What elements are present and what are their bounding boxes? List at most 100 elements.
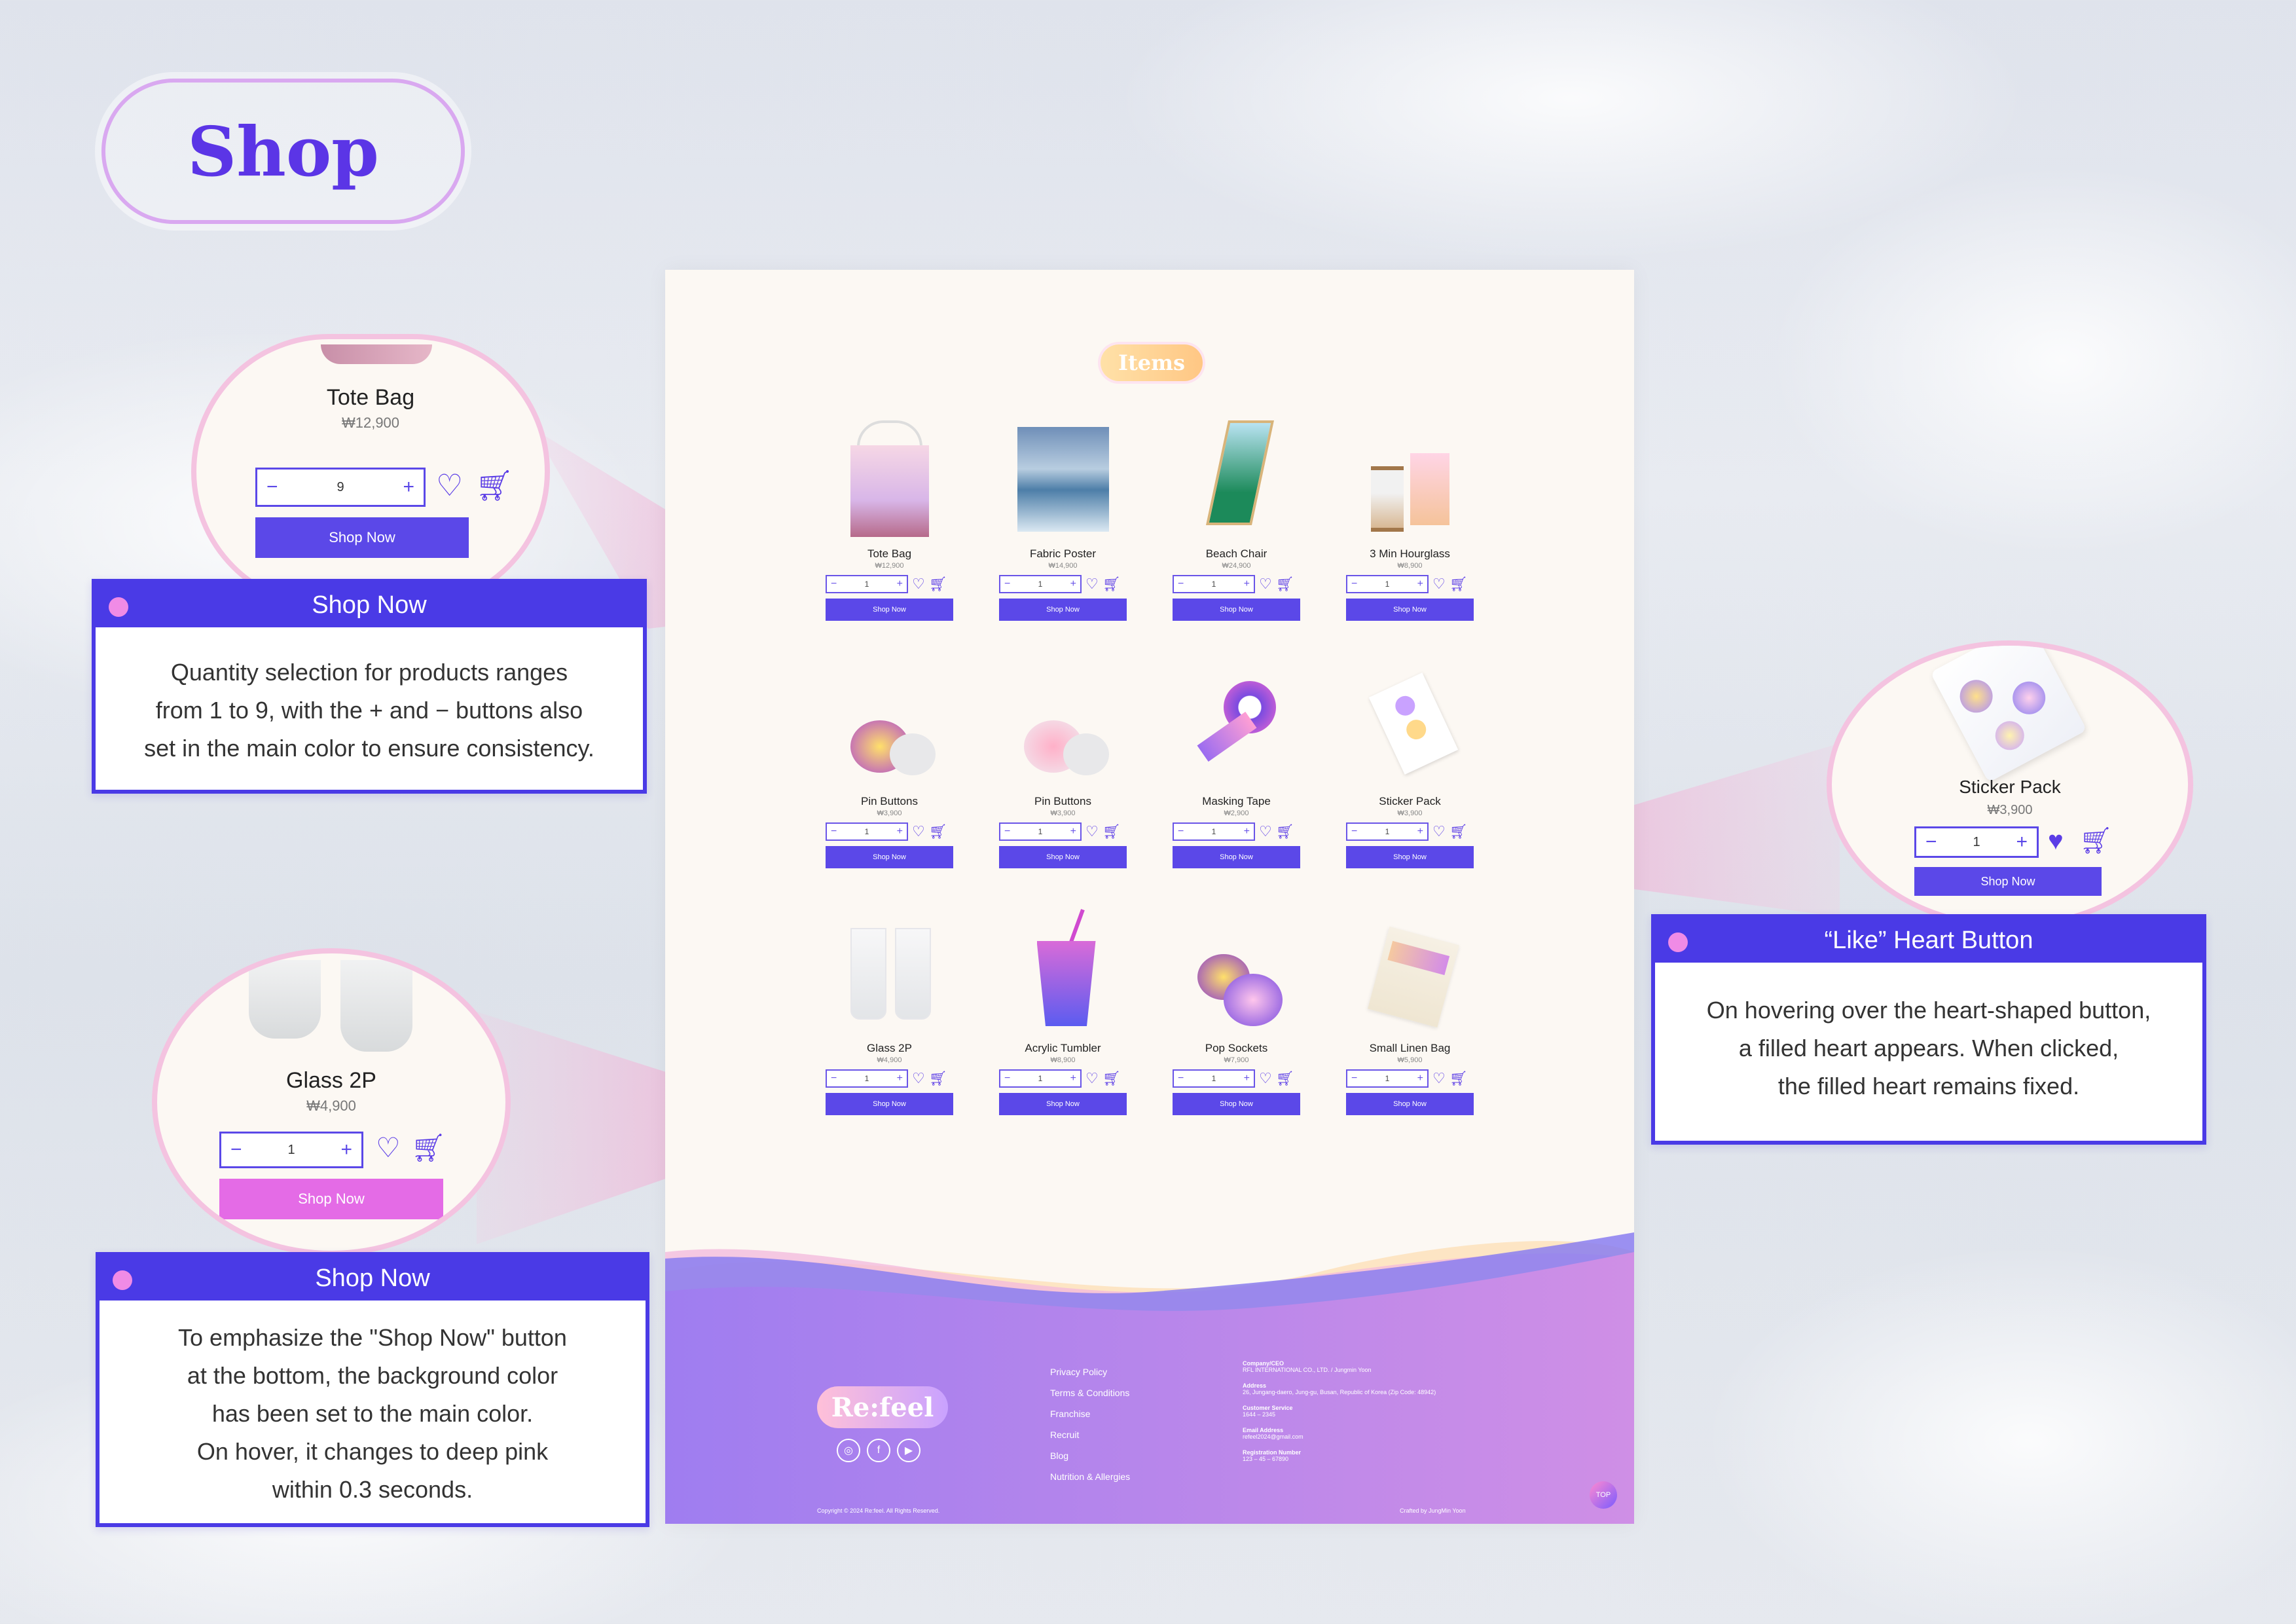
- quantity-stepper[interactable]: − 1 +: [826, 822, 908, 841]
- minus-button[interactable]: −: [1004, 578, 1010, 590]
- cart-icon[interactable]: 🛒︎: [1276, 824, 1294, 839]
- cart-icon[interactable]: 🛒︎: [1276, 577, 1294, 591]
- quantity-stepper[interactable]: − 1 +: [826, 575, 908, 593]
- cart-icon[interactable]: 🛒︎: [929, 824, 947, 839]
- minus-button[interactable]: −: [831, 578, 837, 590]
- cart-icon[interactable]: 🛒︎: [475, 470, 513, 500]
- cart-icon[interactable]: 🛒︎: [2079, 828, 2113, 854]
- product-image[interactable]: [1184, 661, 1289, 792]
- product-image[interactable]: [1358, 661, 1463, 792]
- quantity-stepper[interactable]: − 1 +: [1346, 822, 1429, 841]
- product-image[interactable]: [837, 908, 942, 1039]
- quantity-value[interactable]: 1: [1385, 827, 1390, 836]
- shop-now-button[interactable]: Shop Now: [999, 1093, 1127, 1115]
- quantity-stepper[interactable]: − 1 +: [999, 575, 1082, 593]
- heart-outline-icon[interactable]: ♡: [1259, 824, 1272, 839]
- quantity-value[interactable]: 1: [1212, 827, 1216, 836]
- shop-now-button[interactable]: Shop Now: [826, 599, 953, 621]
- footer-link[interactable]: Privacy Policy: [1050, 1367, 1130, 1377]
- product-image[interactable]: [1011, 414, 1116, 545]
- shop-now-button[interactable]: Shop Now: [1346, 599, 1474, 621]
- product-image[interactable]: [837, 661, 942, 792]
- quantity-stepper[interactable]: − 1 +: [999, 822, 1082, 841]
- product-image[interactable]: [1184, 908, 1289, 1039]
- instagram-icon[interactable]: ◎: [837, 1439, 860, 1462]
- footer-link[interactable]: Blog: [1050, 1450, 1130, 1461]
- plus-button[interactable]: +: [1070, 578, 1076, 590]
- cart-icon[interactable]: 🛒︎: [1102, 824, 1121, 839]
- facebook-icon[interactable]: f: [867, 1439, 890, 1462]
- plus-button[interactable]: +: [1417, 1073, 1423, 1084]
- plus-button[interactable]: +: [1244, 1073, 1250, 1084]
- minus-button[interactable]: −: [1351, 578, 1357, 590]
- quantity-value[interactable]: 1: [865, 1074, 869, 1083]
- minus-button[interactable]: −: [1178, 1073, 1184, 1084]
- minus-button[interactable]: −: [1925, 831, 1937, 853]
- minus-button[interactable]: −: [266, 476, 278, 498]
- product-image[interactable]: [1358, 414, 1463, 545]
- shop-now-button[interactable]: Shop Now: [826, 1093, 953, 1115]
- minus-button[interactable]: −: [831, 1073, 837, 1084]
- heart-outline-icon[interactable]: ♡: [912, 824, 925, 839]
- cart-icon[interactable]: 🛒︎: [1102, 1071, 1121, 1086]
- quantity-value[interactable]: 1: [1212, 1074, 1216, 1083]
- shop-now-button[interactable]: Shop Now: [1173, 846, 1300, 868]
- quantity-value[interactable]: 1: [1385, 580, 1390, 589]
- shop-now-button[interactable]: Shop Now: [999, 846, 1127, 868]
- heart-outline-icon[interactable]: ♡: [912, 1071, 925, 1086]
- quantity-value[interactable]: 1: [1038, 827, 1043, 836]
- scroll-top-button[interactable]: TOP: [1590, 1481, 1617, 1509]
- footer-logo[interactable]: Re:feel: [817, 1386, 948, 1428]
- quantity-value[interactable]: 1: [1973, 835, 1980, 850]
- heart-outline-icon[interactable]: ♡: [1085, 1071, 1099, 1086]
- quantity-stepper[interactable]: − 1 +: [826, 1069, 908, 1088]
- footer-link[interactable]: Franchise: [1050, 1409, 1130, 1419]
- heart-outline-icon[interactable]: ♡: [436, 470, 463, 500]
- plus-button[interactable]: +: [1417, 578, 1423, 590]
- quantity-value[interactable]: 9: [337, 480, 344, 495]
- quantity-stepper[interactable]: − 1 +: [1173, 575, 1255, 593]
- shop-now-button-hover[interactable]: Shop Now: [219, 1179, 443, 1219]
- shop-now-button[interactable]: Shop Now: [255, 517, 469, 558]
- minus-button[interactable]: −: [1351, 826, 1357, 838]
- cart-icon[interactable]: 🛒︎: [929, 577, 947, 591]
- quantity-stepper[interactable]: − 1 +: [1346, 575, 1429, 593]
- plus-button[interactable]: +: [2016, 831, 2028, 853]
- shop-now-button[interactable]: Shop Now: [1914, 867, 2102, 896]
- minus-button[interactable]: −: [1351, 1073, 1357, 1084]
- shop-now-button[interactable]: Shop Now: [999, 599, 1127, 621]
- heart-outline-icon[interactable]: ♡: [1432, 824, 1446, 839]
- footer-link[interactable]: Recruit: [1050, 1430, 1130, 1440]
- minus-button[interactable]: −: [1178, 578, 1184, 590]
- cart-icon[interactable]: 🛒︎: [1276, 1071, 1294, 1086]
- quantity-value[interactable]: 1: [865, 580, 869, 589]
- minus-button[interactable]: −: [230, 1139, 242, 1161]
- quantity-value[interactable]: 1: [287, 1143, 295, 1158]
- quantity-stepper[interactable]: − 1 +: [999, 1069, 1082, 1088]
- footer-link[interactable]: Terms & Conditions: [1050, 1388, 1130, 1398]
- heart-outline-icon[interactable]: ♡: [1432, 577, 1446, 591]
- shop-now-button[interactable]: Shop Now: [1346, 846, 1474, 868]
- quantity-value[interactable]: 1: [1038, 580, 1043, 589]
- quantity-stepper[interactable]: − 1 +: [1173, 1069, 1255, 1088]
- product-image[interactable]: [1358, 908, 1463, 1039]
- quantity-stepper[interactable]: − 9 +: [255, 468, 426, 507]
- minus-button[interactable]: −: [1004, 826, 1010, 838]
- plus-button[interactable]: +: [897, 826, 903, 838]
- plus-button[interactable]: +: [1070, 826, 1076, 838]
- product-image[interactable]: [1184, 414, 1289, 545]
- quantity-value[interactable]: 1: [865, 827, 869, 836]
- heart-outline-icon[interactable]: ♡: [1259, 1071, 1272, 1086]
- plus-button[interactable]: +: [403, 476, 414, 498]
- quantity-stepper[interactable]: − 1 +: [219, 1132, 363, 1168]
- shop-now-button[interactable]: Shop Now: [1173, 599, 1300, 621]
- quantity-value[interactable]: 1: [1212, 580, 1216, 589]
- heart-outline-icon[interactable]: ♡: [912, 577, 925, 591]
- plus-button[interactable]: +: [1244, 826, 1250, 838]
- quantity-value[interactable]: 1: [1385, 1074, 1390, 1083]
- quantity-stepper[interactable]: − 1 +: [1914, 826, 2039, 858]
- heart-outline-icon[interactable]: ♡: [1085, 577, 1099, 591]
- quantity-stepper[interactable]: − 1 +: [1173, 822, 1255, 841]
- plus-button[interactable]: +: [897, 578, 903, 590]
- product-image[interactable]: [1011, 661, 1116, 792]
